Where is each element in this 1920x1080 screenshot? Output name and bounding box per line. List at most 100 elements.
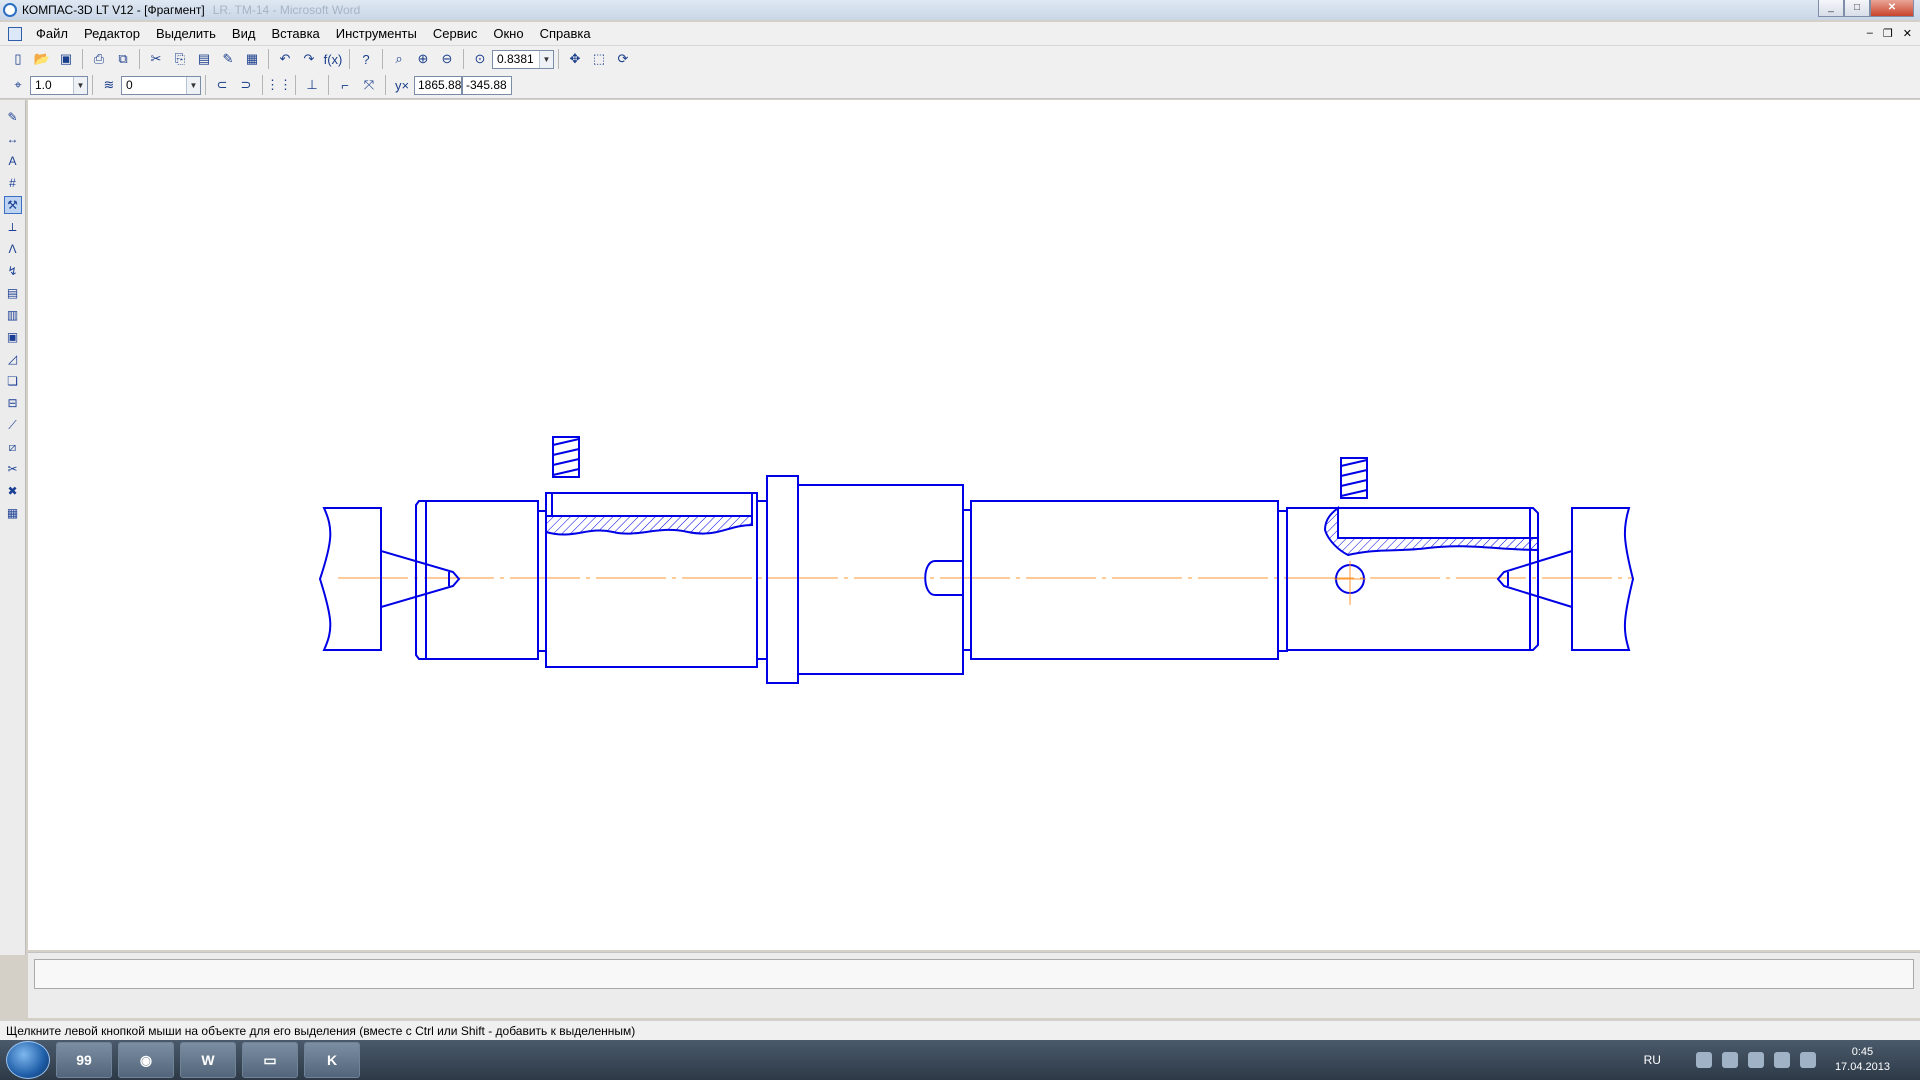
dimensions-icon[interactable]: ↔	[4, 130, 22, 148]
zoom-out-icon[interactable]: ⊖	[436, 48, 458, 70]
ortho-mode-icon[interactable]: ⌐	[334, 74, 356, 96]
zoom-window-icon[interactable]: ⌕	[388, 48, 410, 70]
snap-magnet-icon[interactable]: ⊂	[211, 74, 233, 96]
format-painter-icon[interactable]: ✎	[217, 48, 239, 70]
flag-icon[interactable]	[1773, 1052, 1790, 1068]
chevron-down-icon[interactable]: ▼	[186, 76, 200, 94]
print-icon[interactable]: ⧉	[112, 48, 134, 70]
explorer-taskbar-icon[interactable]: ▭	[242, 1042, 298, 1078]
separator	[382, 49, 383, 69]
select-icon[interactable]: Λ	[4, 240, 22, 258]
layer-icon[interactable]: ≋	[98, 74, 120, 96]
redo-icon[interactable]: ↷	[298, 48, 320, 70]
cursor-step-icon[interactable]: ⌖	[7, 74, 29, 96]
antivirus-icon[interactable]	[1721, 1052, 1738, 1068]
edit-icon[interactable]: #	[4, 174, 22, 192]
library-icon[interactable]: ▣	[4, 328, 22, 346]
menu-editor[interactable]: Редактор	[76, 26, 148, 41]
chrome-taskbar-icon[interactable]: ◉	[118, 1042, 174, 1078]
menu-select[interactable]: Выделить	[148, 26, 224, 41]
title-bar: КОМПАС-3D LT V12 - [Фрагмент] LR. TM-14 …	[0, 0, 1920, 20]
close-button[interactable]: ✕	[1870, 0, 1914, 17]
measure-icon[interactable]: ⟂	[4, 218, 22, 236]
delete-icon[interactable]: ✖	[4, 482, 22, 500]
zoom-scale-select[interactable]: 0.8381 ▼	[492, 49, 554, 69]
maximize-button[interactable]: □	[1844, 0, 1870, 17]
separator	[295, 75, 296, 95]
zoom-scale-icon[interactable]: ⊙	[469, 48, 491, 70]
menu-file[interactable]: Файл	[28, 26, 76, 41]
properties-icon[interactable]: ▦	[241, 48, 263, 70]
menu-tools[interactable]: Инструменты	[328, 26, 425, 41]
doc-minimize-button[interactable]: –	[1867, 27, 1873, 40]
offset-icon[interactable]: ⧄	[4, 438, 22, 456]
attributes-icon[interactable]: ⊟	[4, 394, 22, 412]
zoom-in-icon[interactable]: ⊕	[412, 48, 434, 70]
minimize-button[interactable]: _	[1818, 0, 1844, 17]
menu-view[interactable]: Вид	[224, 26, 264, 41]
cut-icon[interactable]: ✂	[145, 48, 167, 70]
views-icon[interactable]: ◿	[4, 350, 22, 368]
trim-icon[interactable]: ✂	[4, 460, 22, 478]
windows-taskbar: 99 ◉ W ▭ K RU 0:45 17.04.2013	[0, 1040, 1920, 1080]
chevron-down-icon[interactable]: ▼	[73, 76, 87, 94]
variables-icon[interactable]: f(x)	[322, 48, 344, 70]
save-icon[interactable]: ▣	[55, 48, 77, 70]
drawing-canvas[interactable]	[28, 100, 1920, 950]
menu-window[interactable]: Окно	[485, 26, 531, 41]
menu-insert[interactable]: Вставка	[263, 26, 327, 41]
chevron-down-icon[interactable]: ▼	[539, 50, 553, 68]
macro-icon[interactable]: ❏	[4, 372, 22, 390]
pan-icon[interactable]: ✥	[564, 48, 586, 70]
menu-help[interactable]: Справка	[532, 26, 599, 41]
cursor-step-select[interactable]: 1.0 ▼	[30, 75, 88, 95]
line-tool-icon[interactable]: ⟋	[4, 416, 22, 434]
separator	[349, 49, 350, 69]
print-preview-icon[interactable]: ⎙	[88, 48, 110, 70]
properties-input-strip[interactable]	[34, 959, 1914, 989]
kompas-app-icon[interactable]	[3, 3, 17, 17]
separator	[262, 75, 263, 95]
taskbar-app-badge[interactable]: 99	[56, 1042, 112, 1078]
kompas-taskbar-icon[interactable]: K	[304, 1042, 360, 1078]
insert-icon[interactable]: ▥	[4, 306, 22, 324]
parametrization-icon[interactable]: ⚒	[3, 196, 22, 214]
report-icon[interactable]: ▤	[4, 284, 22, 302]
doc-close-button[interactable]: ✕	[1903, 27, 1912, 40]
show-all-icon[interactable]: ⬚	[588, 48, 610, 70]
open-file-icon[interactable]: 📂	[31, 48, 53, 70]
undo-icon[interactable]: ↶	[274, 48, 296, 70]
network-icon[interactable]	[1695, 1052, 1712, 1068]
document-icon[interactable]	[8, 26, 22, 41]
notation-icon[interactable]: A	[4, 152, 22, 170]
coordinates-icon[interactable]: ⤧	[358, 74, 380, 96]
separator	[139, 49, 140, 69]
new-file-icon[interactable]: ▯	[7, 48, 29, 70]
language-indicator[interactable]: RU	[1644, 1053, 1661, 1067]
doc-restore-button[interactable]: ❐	[1883, 27, 1893, 40]
right-center-support	[1571, 507, 1635, 651]
layer-select[interactable]: 0 ▼	[121, 75, 201, 95]
coord-x-field[interactable]: 1865.88	[414, 75, 462, 95]
menu-service[interactable]: Сервис	[425, 26, 486, 41]
window-title: КОМПАС-3D LT V12 - [Фрагмент]	[22, 3, 205, 17]
refresh-icon[interactable]: ⟳	[612, 48, 634, 70]
context-help-icon[interactable]: ?	[355, 48, 377, 70]
volume-icon[interactable]	[1799, 1052, 1816, 1068]
geometry-icon[interactable]: ✎	[4, 108, 22, 126]
local-cs-icon[interactable]: ⊥	[301, 74, 323, 96]
grid-icon[interactable]: ⋮⋮	[266, 74, 292, 96]
layers-icon[interactable]: ▦	[4, 504, 22, 522]
clock[interactable]: 0:45 17.04.2013	[1835, 1045, 1890, 1075]
start-button[interactable]	[6, 1041, 50, 1079]
local-snap-icon[interactable]: ⊃	[235, 74, 257, 96]
copy-icon[interactable]: ⎘	[169, 48, 191, 70]
word-taskbar-icon[interactable]: W	[180, 1042, 236, 1078]
coord-y-field[interactable]: -345.88	[462, 75, 512, 95]
separator	[463, 49, 464, 69]
update-icon[interactable]	[1747, 1052, 1764, 1068]
left-center-point	[380, 550, 461, 608]
paste-icon[interactable]: ▤	[193, 48, 215, 70]
separator	[82, 49, 83, 69]
spec-icon[interactable]: ↯	[4, 262, 22, 280]
